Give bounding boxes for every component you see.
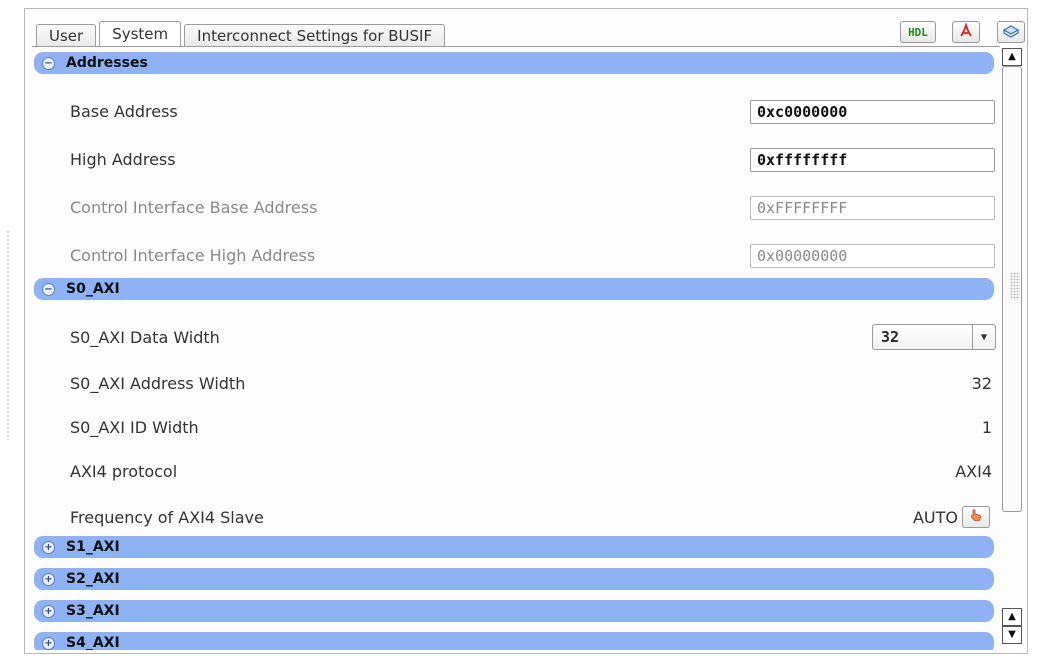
section-header-s4-axi[interactable]: + S4_AXI — [34, 632, 994, 650]
package-button[interactable] — [997, 21, 1025, 43]
tab-interconnect-settings[interactable]: Interconnect Settings for BUSIF — [184, 24, 446, 46]
control-base-address-input — [750, 196, 995, 220]
tab-user[interactable]: User — [36, 24, 97, 46]
s0-axi-data-width-select[interactable]: 32 ▼ — [872, 324, 996, 350]
panel-resize-grip[interactable] — [6, 230, 10, 440]
hdl-button[interactable]: HDL — [900, 21, 936, 43]
expand-icon[interactable]: + — [42, 540, 55, 554]
section-title: S3_AXI — [66, 603, 120, 619]
s0-axi-address-width-label: S0_AXI Address Width — [70, 374, 246, 393]
control-high-address-input — [750, 244, 995, 268]
frequency-value: AUTO — [912, 508, 958, 527]
scrollbar-thumb[interactable] — [1002, 66, 1022, 512]
package-icon — [1002, 24, 1020, 41]
section-title: S1_AXI — [66, 539, 120, 555]
control-base-address-label: Control Interface Base Address — [70, 198, 318, 217]
expand-icon[interactable]: + — [42, 604, 55, 618]
expand-icon[interactable]: + — [42, 636, 55, 650]
s0-axi-address-width-value: 32 — [971, 374, 992, 393]
frequency-label: Frequency of AXI4 Slave — [70, 508, 264, 527]
scroll-up-button-lower[interactable]: ▲ — [1002, 608, 1022, 626]
tab-divider — [32, 46, 1000, 47]
tab-system[interactable]: System — [99, 21, 182, 46]
hand-pointer-icon — [969, 508, 983, 526]
section-title: S2_AXI — [66, 571, 120, 587]
section-header-s2-axi[interactable]: + S2_AXI — [34, 568, 994, 590]
high-address-label: High Address — [70, 150, 176, 169]
s0-axi-data-width-label: S0_AXI Data Width — [70, 328, 220, 347]
chevron-down-icon[interactable]: ▼ — [972, 325, 995, 349]
section-header-s0-axi[interactable]: − S0_AXI — [34, 278, 994, 300]
vertical-scrollbar[interactable]: ▲ ▲ ▼ — [1000, 48, 1024, 650]
collapse-icon[interactable]: − — [42, 282, 55, 296]
section-header-s1-axi[interactable]: + S1_AXI — [34, 536, 994, 558]
frequency-auto-button[interactable] — [962, 506, 990, 528]
pdf-button[interactable] — [952, 21, 980, 43]
collapse-icon[interactable]: − — [42, 56, 55, 70]
tab-bar: User System Interconnect Settings for BU… — [36, 21, 448, 46]
control-high-address-label: Control Interface High Address — [70, 246, 316, 265]
base-address-input[interactable] — [750, 100, 995, 124]
axi4-protocol-label: AXI4 protocol — [70, 462, 178, 481]
expand-icon[interactable]: + — [42, 572, 55, 586]
pdf-icon — [958, 21, 974, 42]
section-title: Addresses — [66, 55, 148, 71]
base-address-label: Base Address — [70, 102, 178, 121]
parameter-list: − Addresses Base Address High Address Co… — [32, 48, 998, 650]
section-header-s3-axi[interactable]: + S3_AXI — [34, 600, 994, 622]
section-title: S0_AXI — [66, 281, 120, 297]
s0-axi-id-width-label: S0_AXI ID Width — [70, 418, 199, 437]
select-value: 32 — [881, 328, 900, 346]
s0-axi-id-width-value: 1 — [981, 418, 992, 437]
section-title: S4_AXI — [66, 635, 120, 650]
high-address-input[interactable] — [750, 148, 995, 172]
thumb-grip — [1010, 272, 1020, 300]
axi4-protocol-value: AXI4 — [955, 462, 992, 481]
scroll-up-button[interactable]: ▲ — [1002, 48, 1022, 66]
scroll-down-button[interactable]: ▼ — [1002, 626, 1022, 644]
section-header-addresses[interactable]: − Addresses — [34, 52, 994, 74]
